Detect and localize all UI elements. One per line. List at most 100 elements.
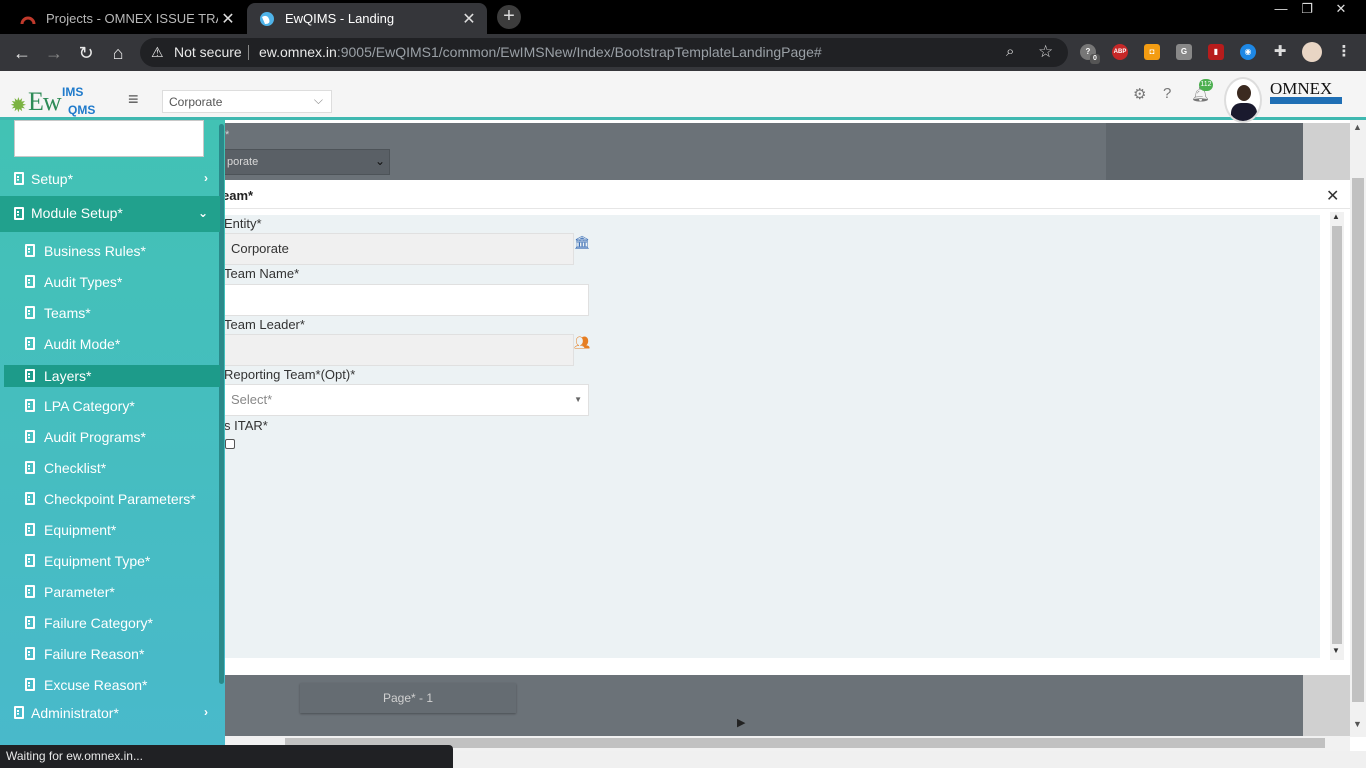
building-icon[interactable]: 🏛︎ — [574, 235, 591, 251]
sidebar-search-box[interactable] — [14, 120, 204, 157]
itar-label: s ITAR* — [224, 418, 268, 433]
building-icon — [25, 369, 35, 382]
caret-down-icon: ▼ — [574, 395, 582, 404]
team-name-input[interactable] — [224, 284, 589, 316]
browser-tab-bar: Projects - OMNEX ISSUE TRACKE ✕ EwQIMS -… — [0, 0, 1366, 34]
shopping-icon[interactable]: ◘ — [1144, 44, 1160, 60]
menu-dots-icon[interactable]: ⋮ — [1336, 44, 1352, 60]
avatar-face — [1237, 85, 1251, 101]
url-text[interactable]: ew.omnex.in:9005/EwQIMS1/common/EwIMSNew… — [259, 44, 822, 60]
building-icon — [25, 585, 35, 598]
entity-value: Corporate — [231, 241, 289, 256]
g-extension-icon[interactable]: G — [1176, 44, 1192, 60]
background-entity-select: porate ⌄ — [222, 149, 390, 175]
browser-toolbar: ← → ↻ ⌂ ⚠ Not secure ew.omnex.in:9005/Ew… — [0, 34, 1366, 71]
building-icon — [25, 554, 35, 567]
security-label[interactable]: Not secure — [174, 44, 242, 60]
close-tab-icon[interactable]: ✕ — [459, 9, 479, 29]
bookmark-star-icon[interactable]: ☆ — [1038, 42, 1053, 62]
restore-icon[interactable]: ❐ — [1292, 0, 1322, 18]
modal-scrollbar[interactable]: ▲ ▼ — [1330, 212, 1344, 660]
sidebar: Setup* › Module Setup* ⌄ Business Rules*… — [0, 120, 225, 751]
sidebar-item-label: Failure Reason* — [44, 646, 145, 662]
scroll-down-icon[interactable]: ▼ — [1353, 719, 1362, 729]
tab-ewqims[interactable]: EwQIMS - Landing ✕ — [247, 3, 487, 34]
profile-avatar[interactable] — [1302, 42, 1322, 62]
notification-badge: 112 — [1199, 79, 1213, 91]
forward-icon[interactable]: → — [43, 42, 65, 64]
app-header: ✹ Ew IMS QMS ≡ Corporate ⌵ ⚙ ? 🔔︎ 112 OM… — [0, 71, 1366, 123]
address-bar[interactable]: ⚠ Not secure ew.omnex.in:9005/EwQIMS1/co… — [140, 38, 1068, 67]
sidebar-item-equipment[interactable]: Equipment* — [0, 515, 220, 546]
chrome-extension-icon[interactable]: ◉ — [1240, 44, 1256, 60]
scroll-up-icon[interactable]: ▲ — [1332, 212, 1340, 221]
sidebar-item-label: Layers* — [44, 368, 92, 384]
close-window-icon[interactable]: ✕ — [1326, 0, 1356, 18]
chevron-right-icon: › — [204, 171, 208, 185]
reload-icon[interactable]: ↻ — [75, 42, 97, 64]
home-icon[interactable]: ⌂ — [107, 42, 129, 64]
tab-projects[interactable]: Projects - OMNEX ISSUE TRACKE ✕ — [8, 3, 246, 34]
modal-body: Entity* Corporate 🏛︎ Team Name* Team Lea… — [218, 215, 1320, 658]
sidebar-item-audit-mode[interactable]: Audit Mode* — [0, 329, 220, 360]
building-icon — [25, 678, 35, 691]
zoom-icon[interactable]: ⌕ — [1006, 43, 1014, 60]
sidebar-item-business-rules[interactable]: Business Rules* — [0, 236, 220, 267]
team-leader-field — [224, 334, 574, 366]
ewqims-logo[interactable]: ✹ Ew IMS QMS — [8, 81, 116, 117]
user-group-icon[interactable]: 👥︎ — [574, 335, 591, 351]
sidebar-item-teams[interactable]: Teams* — [0, 298, 220, 329]
entity-selected: Corporate — [169, 95, 223, 109]
sidebar-item-checkpoint-parameters[interactable]: Checkpoint Parameters* — [0, 484, 220, 515]
scroll-thumb[interactable] — [1352, 178, 1364, 702]
user-avatar[interactable] — [1224, 77, 1262, 123]
chevron-down-icon: ⌄ — [197, 206, 208, 220]
gear-icon[interactable]: ⚙ — [1133, 85, 1146, 103]
reporting-team-placeholder: Select* — [231, 392, 273, 407]
tab-title: EwQIMS - Landing — [285, 11, 395, 26]
logo-bottom: QMS — [68, 103, 96, 117]
reporting-team-select[interactable]: Select* ▼ — [224, 384, 589, 416]
scroll-down-icon[interactable]: ▼ — [1332, 646, 1340, 655]
pdf-icon[interactable]: ▮ — [1208, 44, 1224, 60]
sidebar-item-excuse-reason[interactable]: Excuse Reason* — [0, 670, 220, 701]
sun-icon: ✹ — [10, 95, 27, 117]
modal-divider — [218, 208, 1350, 209]
entity-dropdown[interactable]: Corporate ⌵ — [162, 90, 332, 113]
sidebar-item-label: Checkpoint Parameters* — [44, 491, 196, 507]
sidebar-item-audit-types[interactable]: Audit Types* — [0, 267, 220, 298]
sidebar-item-equipment-type[interactable]: Equipment Type* — [0, 546, 220, 577]
close-tab-icon[interactable]: ✕ — [218, 9, 238, 29]
page-vertical-scrollbar[interactable]: ▲ ▼ — [1350, 120, 1366, 737]
help-icon[interactable]: ? — [1163, 85, 1171, 102]
sidebar-item-module-setup[interactable]: Module Setup* ⌄ — [0, 196, 220, 232]
building-icon — [25, 399, 35, 412]
sidebar-item-failure-category[interactable]: Failure Category* — [0, 608, 220, 639]
building-icon — [14, 706, 24, 719]
sidebar-item-audit-programs[interactable]: Audit Programs* — [0, 422, 220, 453]
url-host: ew.omnex.in — [259, 44, 337, 60]
sidebar-item-failure-reason[interactable]: Failure Reason* — [0, 639, 220, 670]
reporting-team-label: Reporting Team*(Opt)* — [224, 367, 356, 382]
building-icon — [14, 172, 24, 185]
back-icon[interactable]: ← — [11, 42, 33, 64]
hamburger-menu-icon[interactable]: ≡ — [128, 89, 139, 110]
puzzle-icon[interactable]: ✚ — [1272, 44, 1288, 60]
background-select-text: porate — [227, 156, 259, 168]
sidebar-item-layers[interactable]: Layers* — [4, 365, 220, 387]
background-column — [1106, 123, 1303, 180]
sidebar-item-lpa-category[interactable]: LPA Category* — [0, 391, 220, 422]
sidebar-item-administrator[interactable]: Administrator* › — [0, 698, 220, 729]
sidebar-item-setup[interactable]: Setup* › — [0, 164, 220, 195]
sidebar-item-label: Failure Category* — [44, 615, 153, 631]
sidebar-item-checklist[interactable]: Checklist* — [0, 453, 220, 484]
scroll-up-icon[interactable]: ▲ — [1353, 122, 1362, 132]
url-path: :9005/EwQIMS1/common/EwIMSNew/Index/Boot… — [336, 44, 822, 60]
sidebar-item-parameter[interactable]: Parameter* — [0, 577, 220, 608]
new-tab-button[interactable]: + — [497, 5, 521, 29]
itar-checkbox[interactable] — [225, 439, 235, 449]
close-icon[interactable]: ✕ — [1326, 186, 1339, 206]
sidebar-item-label: Audit Mode* — [44, 336, 121, 352]
adblock-icon[interactable]: ABP — [1112, 44, 1128, 60]
scroll-thumb[interactable] — [1332, 226, 1342, 644]
